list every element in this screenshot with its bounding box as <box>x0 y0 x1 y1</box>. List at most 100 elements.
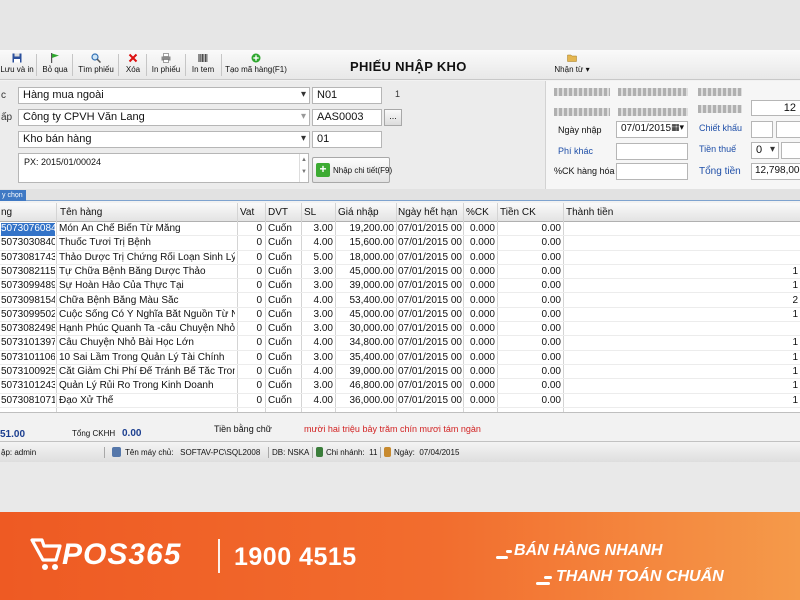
tab-options[interactable]: y chọn <box>0 190 26 201</box>
import-type-combo[interactable]: Hàng mua ngoài <box>18 87 310 104</box>
cell-ck[interactable]: 0.000 <box>464 395 495 408</box>
cell-sl[interactable]: 3.00 <box>302 352 333 365</box>
cell-code[interactable]: 5073099489 <box>1 280 55 293</box>
delete-button[interactable]: Xóa <box>122 53 144 77</box>
goods-discount-field[interactable] <box>616 163 688 180</box>
col-header-amount[interactable]: Thành tiền <box>566 207 613 218</box>
cell-hsd[interactable]: 07/01/2015 00: <box>398 380 462 393</box>
supplier-combo[interactable]: Công ty CPVH Văn Lang <box>18 109 310 126</box>
cell-ck[interactable]: 0.000 <box>464 366 495 379</box>
cell-dvt[interactable]: Cuốn <box>268 395 301 408</box>
tax-amount-field[interactable] <box>781 142 800 159</box>
cell-tail[interactable] <box>770 223 798 236</box>
cell-gia[interactable]: 36,000.00 <box>336 395 395 408</box>
col-header-quantity[interactable]: SL <box>304 207 316 218</box>
cell-vat[interactable]: 0 <box>238 380 262 393</box>
cell-code[interactable]: 5073081743 <box>1 252 55 265</box>
hotline-number[interactable]: 1900 4515 <box>234 543 357 572</box>
cell-gia[interactable]: 39,000.00 <box>336 280 395 293</box>
cell-tail[interactable]: 1 <box>770 309 798 322</box>
cell-tienck[interactable]: 0.00 <box>498 223 561 236</box>
col-header-discount-amount[interactable]: Tiền CK <box>500 207 536 218</box>
cell-tail[interactable]: 1 <box>770 352 798 365</box>
cell-vat[interactable]: 0 <box>238 252 262 265</box>
cell-tienck[interactable]: 0.00 <box>498 380 561 393</box>
cell-dvt[interactable]: Cuốn <box>268 295 301 308</box>
table-row[interactable]: 5073081743 Thảo Dược Trị Chứng Rối Loạn S… <box>0 251 800 265</box>
cell-sl[interactable]: 3.00 <box>302 309 333 322</box>
save-print-button[interactable]: Lưu và in <box>0 53 34 77</box>
cell-hsd[interactable]: 07/01/2015 00: <box>398 395 462 408</box>
import-type-code-field[interactable]: N01 <box>312 87 382 104</box>
cell-hsd[interactable]: 07/01/2015 00: <box>398 323 462 336</box>
cell-hsd[interactable]: 07/01/2015 00: <box>398 337 462 350</box>
cell-hsd[interactable]: 07/01/2015 00: <box>398 252 462 265</box>
cell-hsd[interactable]: 07/01/2015 00: <box>398 352 462 365</box>
supplier-lookup-button[interactable]: ... <box>384 109 402 126</box>
cell-sl[interactable]: 4.00 <box>302 237 333 250</box>
cell-dvt[interactable]: Cuốn <box>268 380 301 393</box>
cell-ck[interactable]: 0.000 <box>464 237 495 250</box>
col-header-import-price[interactable]: Giá nhập <box>338 207 379 218</box>
cell-sl[interactable]: 4.00 <box>302 366 333 379</box>
cell-name[interactable]: 10 Sai Lầm Trong Quản Lý Tài Chính <box>59 352 235 365</box>
table-row[interactable]: 5073100925 Cắt Giảm Chi Phí Để Tránh Bế T… <box>0 365 800 380</box>
cell-dvt[interactable]: Cuốn <box>268 366 301 379</box>
col-header-vat[interactable]: Vat <box>240 207 254 218</box>
cell-vat[interactable]: 0 <box>238 352 262 365</box>
discount-percent-field[interactable] <box>751 121 773 138</box>
cell-tienck[interactable]: 0.00 <box>498 352 561 365</box>
cell-name[interactable]: Hạnh Phúc Quanh Ta -câu Chuyện Nhỏ <box>59 323 235 336</box>
cell-tail[interactable]: 1 <box>770 266 798 279</box>
table-row[interactable]: 5073101243 Quản Lý Rủi Ro Trong Kinh Doan… <box>0 379 800 394</box>
cell-dvt[interactable]: Cuốn <box>268 323 301 336</box>
cell-vat[interactable]: 0 <box>238 266 262 279</box>
cell-dvt[interactable]: Cuốn <box>268 352 301 365</box>
cell-sl[interactable]: 4.00 <box>302 337 333 350</box>
cell-name[interactable]: Đạo Xử Thế <box>59 395 235 408</box>
cell-ck[interactable]: 0.000 <box>464 223 495 236</box>
cell-dvt[interactable]: Cuốn <box>268 223 301 236</box>
cell-tienck[interactable]: 0.00 <box>498 337 561 350</box>
cell-hsd[interactable]: 07/01/2015 00: <box>398 266 462 279</box>
cell-tienck[interactable]: 0.00 <box>498 395 561 408</box>
warehouse-code-field[interactable]: 01 <box>312 131 382 148</box>
cell-gia[interactable]: 53,400.00 <box>336 295 395 308</box>
import-date-field[interactable]: 07/01/2015 ▦▾ <box>616 121 688 138</box>
cell-code[interactable]: 5073081071 <box>1 395 55 408</box>
cell-vat[interactable]: 0 <box>238 366 262 379</box>
cell-ck[interactable]: 0.000 <box>464 337 495 350</box>
table-row[interactable]: 5073082498 Hạnh Phúc Quanh Ta -câu Chuyện… <box>0 322 800 337</box>
col-header-code[interactable]: ng <box>1 207 12 218</box>
cell-tail[interactable]: 1 <box>770 337 798 350</box>
cell-name[interactable]: Sự Hoàn Hảo Của Thực Tại <box>59 280 235 293</box>
cell-name[interactable]: Thảo Dược Trị Chứng Rối Loạn Sinh Lý <box>59 252 235 265</box>
cell-hsd[interactable]: 07/01/2015 00: <box>398 366 462 379</box>
enter-detail-button[interactable]: + Nhập chi tiết(F9) <box>312 157 392 183</box>
col-header-expiry[interactable]: Ngày hết hạn <box>398 207 458 218</box>
cell-name[interactable]: Tự Chữa Bệnh Bằng Dược Thảo <box>59 266 235 279</box>
cell-gia[interactable]: 45,000.00 <box>336 266 395 279</box>
table-row[interactable]: 5073082115 Tự Chữa Bệnh Bằng Dược Thảo 0 Cu… <box>0 265 800 280</box>
cell-gia[interactable]: 19,200.00 <box>336 223 395 236</box>
cell-hsd[interactable]: 07/01/2015 00: <box>398 295 462 308</box>
cell-ck[interactable]: 0.000 <box>464 380 495 393</box>
cell-sl[interactable]: 4.00 <box>302 295 333 308</box>
cell-gia[interactable]: 30,000.00 <box>336 323 395 336</box>
cell-sl[interactable]: 3.00 <box>302 380 333 393</box>
cell-sl[interactable]: 3.00 <box>302 280 333 293</box>
cell-vat[interactable]: 0 <box>238 295 262 308</box>
cell-sl[interactable]: 3.00 <box>302 223 333 236</box>
cell-dvt[interactable]: Cuốn <box>268 237 301 250</box>
cell-name[interactable]: Cắt Giảm Chi Phí Để Tránh Bế Tắc Tron <box>59 366 235 379</box>
table-row[interactable]: 5073099502 Cuộc Sống Có Ý Nghĩa Bắt Nguồn… <box>0 308 800 323</box>
skip-button[interactable]: Bỏ qua <box>40 53 70 77</box>
cell-name[interactable]: Cuộc Sống Có Ý Nghĩa Bắt Nguồn Từ N <box>59 309 235 322</box>
cell-hsd[interactable]: 07/01/2015 00: <box>398 237 462 250</box>
cell-tienck[interactable]: 0.00 <box>498 366 561 379</box>
cell-code[interactable]: 5073101106 <box>1 352 55 365</box>
cell-tienck[interactable]: 0.00 <box>498 266 561 279</box>
table-row[interactable]: 5073081071 Đạo Xử Thế 0 Cuốn 4.00 36,000.00 07… <box>0 394 800 408</box>
cell-name[interactable]: Chữa Bệnh Bằng Màu Sắc <box>59 295 235 308</box>
cell-sl[interactable]: 4.00 <box>302 395 333 408</box>
